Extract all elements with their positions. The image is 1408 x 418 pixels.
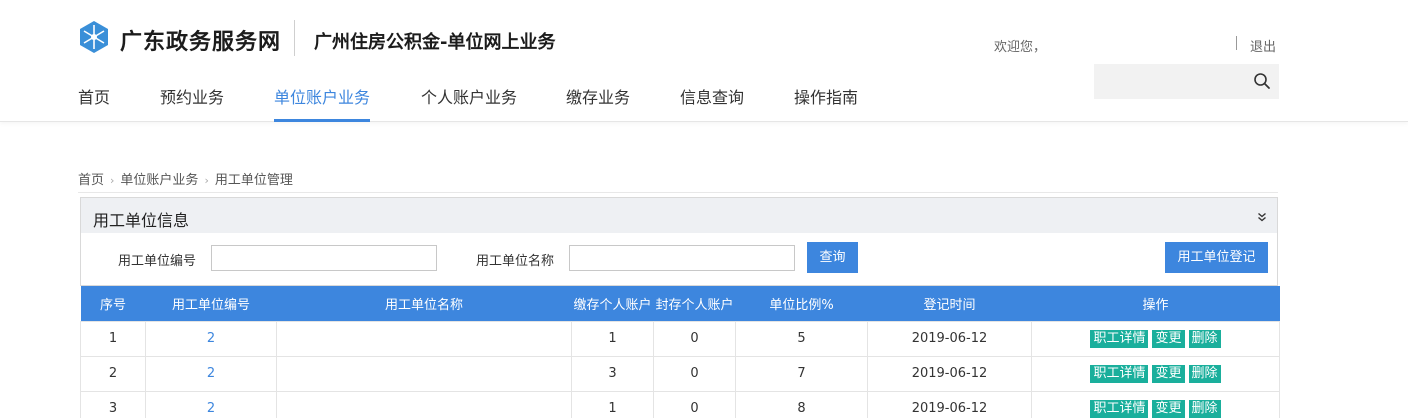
unit-name-cell xyxy=(276,390,572,418)
search-icon[interactable] xyxy=(1253,72,1271,90)
breadcrumb-unit-account[interactable]: 单位账户业务 xyxy=(120,173,198,188)
change-button[interactable]: 变更 xyxy=(1152,329,1185,348)
breadcrumb-home[interactable]: 首页 xyxy=(78,173,104,188)
panel-header: 用工单位信息 xyxy=(81,198,1277,233)
unit-code-label: 用工单位编号 xyxy=(118,254,197,269)
unit-ratio: 5 xyxy=(735,320,868,357)
unit-code-link[interactable]: 2 xyxy=(145,355,277,392)
gdzwfw-logo-icon[interactable] xyxy=(78,20,110,54)
table-row: 2 2 3 0 7 2019-06-12 职工详情 变更 删除 xyxy=(80,355,1280,392)
table-header-row: 序号 用工单位编号 用工单位名称 缴存个人账户 封存个人账户 单位比例% 登记时… xyxy=(80,286,1280,321)
row-index: 1 xyxy=(80,320,146,357)
column-header: 缴存个人账户 xyxy=(571,286,654,321)
logo-divider xyxy=(294,20,295,56)
column-header: 操作 xyxy=(1031,286,1280,321)
register-date: 2019-06-12 xyxy=(867,355,1032,392)
delete-button[interactable]: 删除 xyxy=(1188,399,1221,418)
double-chevron-down-icon[interactable] xyxy=(1257,212,1267,222)
delete-button[interactable]: 删除 xyxy=(1188,364,1221,383)
nav-item-home[interactable]: 首页 xyxy=(78,84,110,122)
query-button[interactable]: 查询 xyxy=(807,242,858,273)
nav-item-unit-account[interactable]: 单位账户业务 xyxy=(274,84,371,122)
welcome-text: 欢迎您， xyxy=(994,40,1047,55)
unit-name-label: 用工单位名称 xyxy=(476,254,555,269)
unit-code-input[interactable] xyxy=(211,245,437,271)
column-header: 序号 xyxy=(80,286,146,321)
nav-item-appointment[interactable]: 预约业务 xyxy=(160,84,224,122)
search-input[interactable] xyxy=(1102,71,1242,91)
nav-item-personal-account[interactable]: 个人账户业务 xyxy=(421,84,517,122)
breadcrumb-separator-icon: › xyxy=(110,174,115,187)
unit-table: 序号 用工单位编号 用工单位名称 缴存个人账户 封存个人账户 单位比例% 登记时… xyxy=(80,286,1280,418)
sealed-count: 0 xyxy=(653,390,736,418)
sealed-count: 0 xyxy=(653,320,736,357)
unit-ratio: 7 xyxy=(735,355,868,392)
employee-detail-button[interactable]: 职工详情 xyxy=(1090,364,1149,383)
register-unit-button[interactable]: 用工单位登记 xyxy=(1165,242,1268,273)
unit-ratio: 8 xyxy=(735,390,868,418)
breadcrumb: 首页 › 单位账户业务 › 用工单位管理 xyxy=(78,169,293,188)
column-header: 用工单位名称 xyxy=(276,286,572,321)
row-actions: 职工详情 变更 删除 xyxy=(1031,320,1280,357)
register-date: 2019-06-12 xyxy=(867,320,1032,357)
row-actions: 职工详情 变更 删除 xyxy=(1031,390,1280,418)
deposit-count: 3 xyxy=(571,355,654,392)
column-header: 登记时间 xyxy=(867,286,1032,321)
site-subtitle: 广州住房公积金-单位网上业务 xyxy=(314,32,556,53)
unit-name-input[interactable] xyxy=(569,245,795,271)
table-row: 1 2 1 0 5 2019-06-12 职工详情 变更 删除 xyxy=(80,320,1280,357)
top-divider xyxy=(1236,36,1237,50)
unit-code-link[interactable]: 2 xyxy=(145,320,277,357)
nav-item-guide[interactable]: 操作指南 xyxy=(794,84,858,122)
row-index: 2 xyxy=(80,355,146,392)
breadcrumb-separator-icon: › xyxy=(204,174,209,187)
unit-code-link[interactable]: 2 xyxy=(145,390,277,418)
logout-link[interactable]: 退出 xyxy=(1250,36,1276,55)
nav-item-deposit[interactable]: 缴存业务 xyxy=(566,84,630,122)
register-date: 2019-06-12 xyxy=(867,390,1032,418)
employee-detail-button[interactable]: 职工详情 xyxy=(1090,399,1149,418)
row-actions: 职工详情 变更 删除 xyxy=(1031,355,1280,392)
delete-button[interactable]: 删除 xyxy=(1188,329,1221,348)
change-button[interactable]: 变更 xyxy=(1152,399,1185,418)
site-logo-text[interactable]: 广东政务服务网 xyxy=(120,24,281,56)
row-index: 3 xyxy=(80,390,146,418)
column-header: 用工单位编号 xyxy=(145,286,277,321)
sealed-count: 0 xyxy=(653,355,736,392)
unit-name-cell xyxy=(276,355,572,392)
breadcrumb-divider xyxy=(78,192,1278,193)
deposit-count: 1 xyxy=(571,390,654,418)
site-header: 广东政务服务网 广州住房公积金-单位网上业务 欢迎您， 退出 首页 预约业务 单… xyxy=(0,0,1408,122)
unit-name-cell xyxy=(276,320,572,357)
search-panel: 用工单位信息 用工单位编号 用工单位名称 查询 用工单位登记 xyxy=(80,197,1278,286)
nav-item-info-query[interactable]: 信息查询 xyxy=(680,84,744,122)
employee-detail-button[interactable]: 职工详情 xyxy=(1090,329,1149,348)
breadcrumb-current: 用工单位管理 xyxy=(214,173,293,188)
deposit-count: 1 xyxy=(571,320,654,357)
search-box xyxy=(1094,64,1279,99)
change-button[interactable]: 变更 xyxy=(1152,364,1185,383)
table-row: 3 2 1 0 8 2019-06-12 职工详情 变更 删除 xyxy=(80,390,1280,418)
panel-title: 用工单位信息 xyxy=(93,211,190,230)
column-header: 单位比例% xyxy=(735,286,868,321)
column-header: 封存个人账户 xyxy=(653,286,736,321)
